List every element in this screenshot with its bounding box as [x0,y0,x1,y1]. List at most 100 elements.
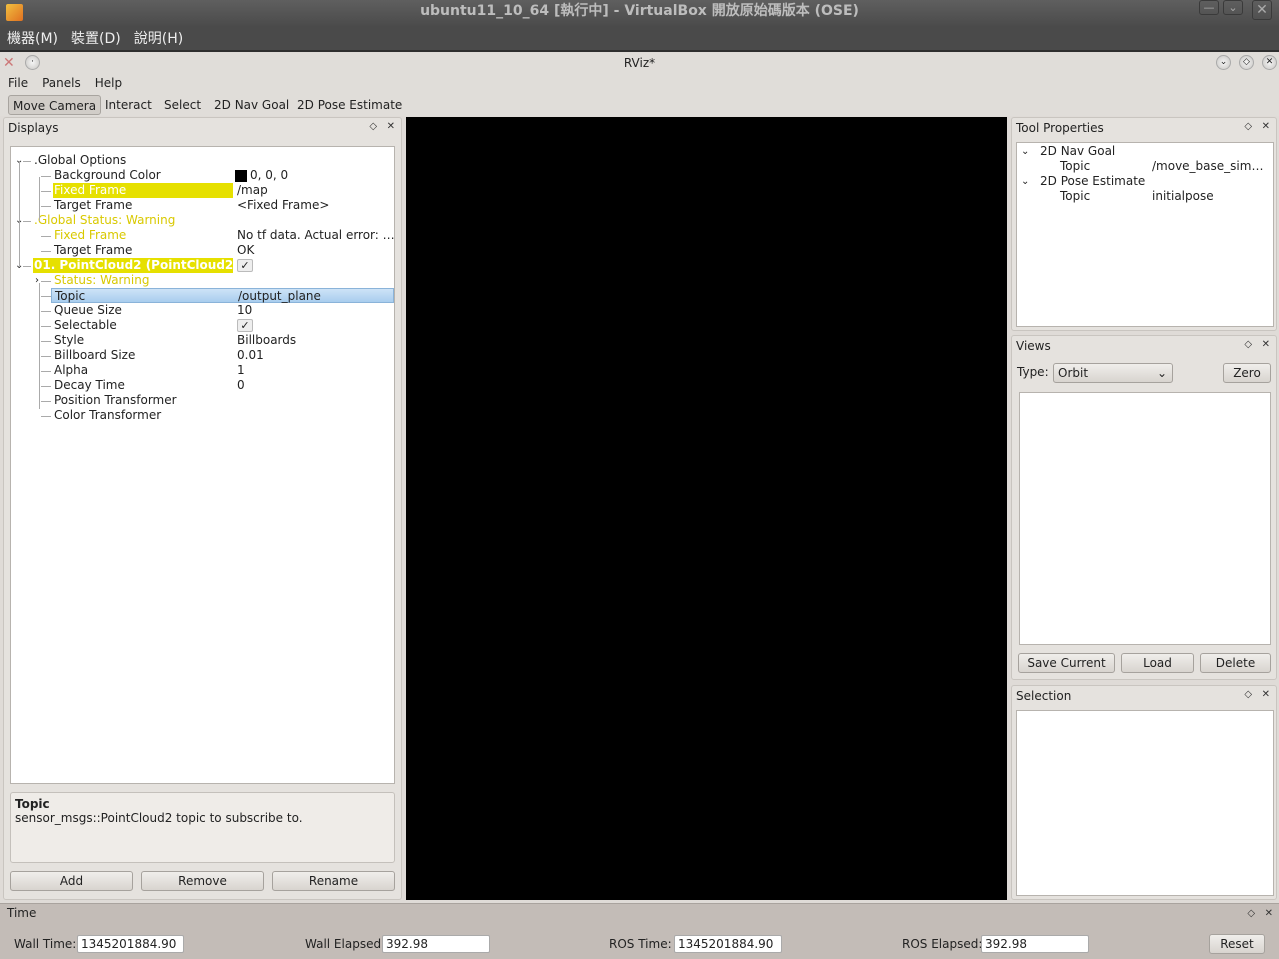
reset-button[interactable]: Reset [1209,934,1265,954]
tree-line [39,283,40,409]
add-button[interactable]: Add [10,871,133,891]
row-label: Topic [55,289,86,303]
tree-row[interactable]: .Global Options [11,153,394,168]
tool-2d-pose-estimate[interactable]: 2D Pose Estimate [293,95,406,115]
remove-button[interactable]: Remove [141,871,264,891]
tree-line [19,161,20,264]
displays-tree[interactable]: ⌄ .Global Options Background Color 0, 0, 0F… [10,146,395,784]
menu-help[interactable]: Help [95,73,122,94]
3d-viewport[interactable] [406,117,1007,900]
close-window-icon[interactable]: ✕ [1262,55,1277,70]
close-icon[interactable]: ✕ [1262,121,1270,132]
time-title: Time [7,906,37,920]
wall-elapsed-field[interactable]: 392.98 [382,935,490,953]
view-type-value: Orbit [1058,366,1089,380]
vbox-title: ubuntu11_10_64 [執行中] - VirtualBox 開放原始碼版… [420,3,859,19]
ros-elapsed-field[interactable]: 392.98 [981,935,1089,953]
tree-row[interactable]: Fixed Frame/map [11,183,394,198]
row-label: Target Frame [54,198,133,212]
row-label: Fixed Frame [53,183,233,198]
tree-row[interactable]: Background Color 0, 0, 0 [11,168,394,183]
window-menu-icon[interactable]: · [25,55,40,70]
rename-button[interactable]: Rename [272,871,395,891]
menu-file[interactable]: File [8,73,28,94]
row-value: 0, 0, 0 [250,168,289,182]
ros-time-field[interactable]: 1345201884.90 [674,935,782,953]
row-label: 2D Nav Goal [1040,144,1116,158]
zero-button[interactable]: Zero [1223,363,1271,383]
row-value: initialpose [1152,189,1214,203]
close-icon[interactable]: ✕ [1262,339,1270,350]
chevron-down-icon[interactable]: ⌄ [1223,0,1243,15]
views-list[interactable] [1019,392,1271,645]
row-value: /output_plane [238,289,321,303]
row-label: Alpha [54,363,89,377]
float-icon[interactable]: ◇ [1244,339,1252,350]
row-label: .Global Status: Warning [34,213,176,227]
close-icon[interactable]: ✕ [387,121,395,132]
menu-devices[interactable]: 裝置(D) [71,26,121,52]
menu-machine[interactable]: 機器(M) [7,26,58,52]
help-text: sensor_msgs::PointCloud2 topic to subscr… [15,811,303,825]
tree-row[interactable]: Alpha 1 [11,363,394,378]
row-value: 0 [237,378,245,392]
menu-panels[interactable]: Panels [42,73,81,94]
toolbar: Move Camera Interact Select 2D Nav Goal … [0,94,1279,116]
help-title: Topic [15,797,50,811]
row-label: Fixed Frame [54,228,127,242]
float-icon[interactable]: ◇ [369,121,377,132]
tree-row[interactable]: 2D Nav Goal [1017,144,1273,159]
tree-row[interactable]: Position Transformer [11,393,394,408]
panel-controls: ◇ ✕ [369,121,395,132]
close-icon[interactable]: ✕ [1262,689,1270,700]
wall-time-field[interactable]: 1345201884.90 [77,935,184,953]
tool-properties-tree[interactable]: ⌄ 2D Nav Goal Topic/move_base_sim… ⌄ 2D Pose… [1016,142,1274,327]
tree-row[interactable]: Status: Warning [11,273,394,288]
float-icon[interactable]: ◇ [1244,121,1252,132]
minimize-window-icon[interactable]: ⌄ [1216,55,1231,70]
tree-row[interactable]: Target Frame OK [11,243,394,258]
tree-row[interactable]: Selectable ✓ [11,318,394,333]
minimize-icon[interactable]: — [1199,0,1219,15]
tree-row[interactable]: 01. PointCloud2 (PointCloud2) ✓ [11,258,394,273]
tree-row[interactable]: Topic initialpose [1017,189,1273,204]
row-value: 10 [237,303,253,317]
tree-row[interactable]: Color Transformer [11,408,394,423]
delete-button[interactable]: Delete [1200,653,1271,673]
tree-row[interactable]: Style Billboards [11,333,394,348]
close-icon[interactable]: ✕ [1265,908,1273,919]
tree-row[interactable]: Target Frame <Fixed Frame> [11,198,394,213]
tool-interact[interactable]: Interact [101,95,156,115]
checkbox[interactable]: ✓ [237,259,253,272]
tree-row[interactable]: .Global Status: Warning [11,213,394,228]
ros-time-label: ROS Time: [609,937,672,951]
save-current-button[interactable]: Save Current [1018,653,1115,673]
row-value: <Fixed Frame> [237,198,330,212]
close-icon[interactable]: ✕ [1252,0,1272,20]
load-button[interactable]: Load [1121,653,1194,673]
maximize-window-icon[interactable]: ◇ [1239,55,1254,70]
row-value: /map [237,183,268,197]
tree-row[interactable]: Decay Time 0 [11,378,394,393]
rviz-title-bar: RViz* [0,53,1279,73]
tree-row[interactable]: Fixed Frame No tf data. Actual error: … [11,228,395,243]
tree-row[interactable]: Topic/output_plane [51,288,394,303]
tree-row[interactable]: Billboard Size 0.01 [11,348,394,363]
time-panel: Time ◇ ✕ Wall Time: 1345201884.90 Wall E… [0,903,1279,959]
menu-help-vbox[interactable]: 說明(H) [134,26,183,52]
row-label: Target Frame [54,243,133,257]
tree-row[interactable]: Queue Size 10 [11,303,394,318]
view-type-select[interactable]: Orbit ⌄ [1053,363,1173,383]
row-label: Position Transformer [54,393,177,407]
tool-select[interactable]: Select [160,95,205,115]
float-icon[interactable]: ◇ [1247,908,1255,919]
float-icon[interactable]: ◇ [1244,689,1252,700]
tool-2d-nav-goal[interactable]: 2D Nav Goal [210,95,293,115]
checkbox[interactable]: ✓ [237,319,253,332]
type-label: Type: [1017,365,1049,379]
tree-row[interactable]: Topic/move_base_sim… [1017,159,1273,174]
tree-row[interactable]: 2D Pose Estimate [1017,174,1273,189]
color-swatch[interactable] [235,170,247,182]
selection-view[interactable] [1016,710,1274,896]
tool-move-camera[interactable]: Move Camera [8,95,102,115]
